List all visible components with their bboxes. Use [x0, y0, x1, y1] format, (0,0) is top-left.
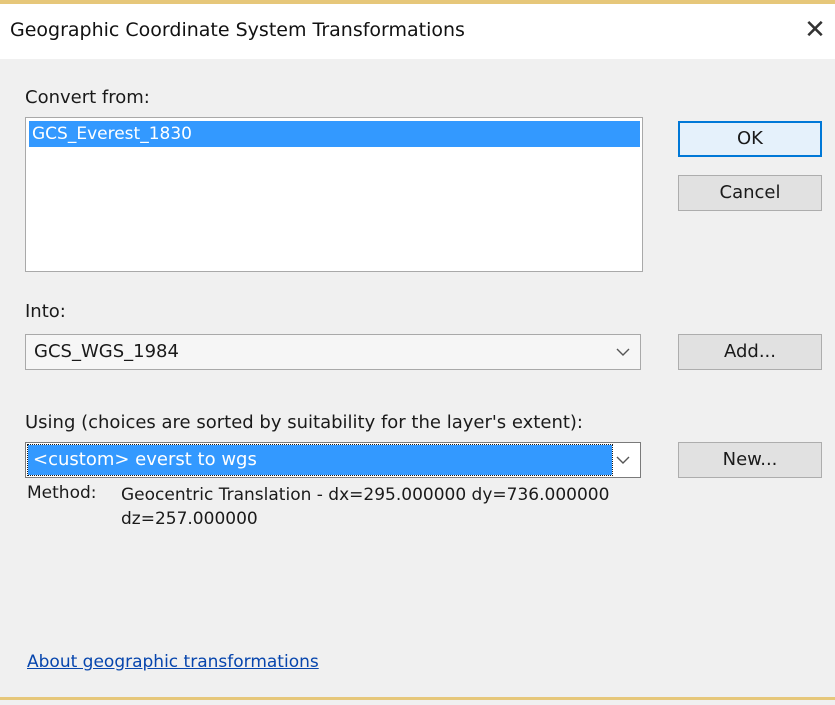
into-dropdown[interactable]: GCS_WGS_1984 [25, 334, 641, 370]
window-title: Geographic Coordinate System Transformat… [10, 19, 465, 41]
using-dropdown[interactable]: <custom> everst to wgs [25, 442, 641, 478]
chevron-down-icon [616, 456, 630, 464]
using-value: <custom> everst to wgs [27, 444, 613, 476]
method-value: Geocentric Translation - dx=295.000000 d… [121, 485, 610, 529]
method-label: Method: [27, 483, 97, 503]
convert-from-listbox[interactable]: GCS_Everest_1830 [25, 117, 643, 272]
into-label: Into: [25, 301, 66, 322]
dialog-body: Convert from: GCS_Everest_1830 OK Cancel… [0, 59, 835, 697]
about-transformations-link[interactable]: About geographic transformations [27, 652, 319, 672]
new-button[interactable]: New... [678, 442, 822, 478]
cancel-button[interactable]: Cancel [678, 175, 822, 211]
window-top-border [0, 0, 835, 4]
into-value: GCS_WGS_1984 [34, 341, 179, 362]
add-button[interactable]: Add... [678, 334, 822, 370]
background-strip [0, 700, 835, 705]
list-item[interactable]: GCS_Everest_1830 [29, 121, 640, 147]
close-icon[interactable]: ✕ [798, 14, 832, 46]
using-label: Using (choices are sorted by suitability… [25, 412, 583, 433]
chevron-down-icon [616, 348, 630, 356]
convert-from-label: Convert from: [25, 87, 150, 108]
ok-button[interactable]: OK [678, 121, 822, 157]
